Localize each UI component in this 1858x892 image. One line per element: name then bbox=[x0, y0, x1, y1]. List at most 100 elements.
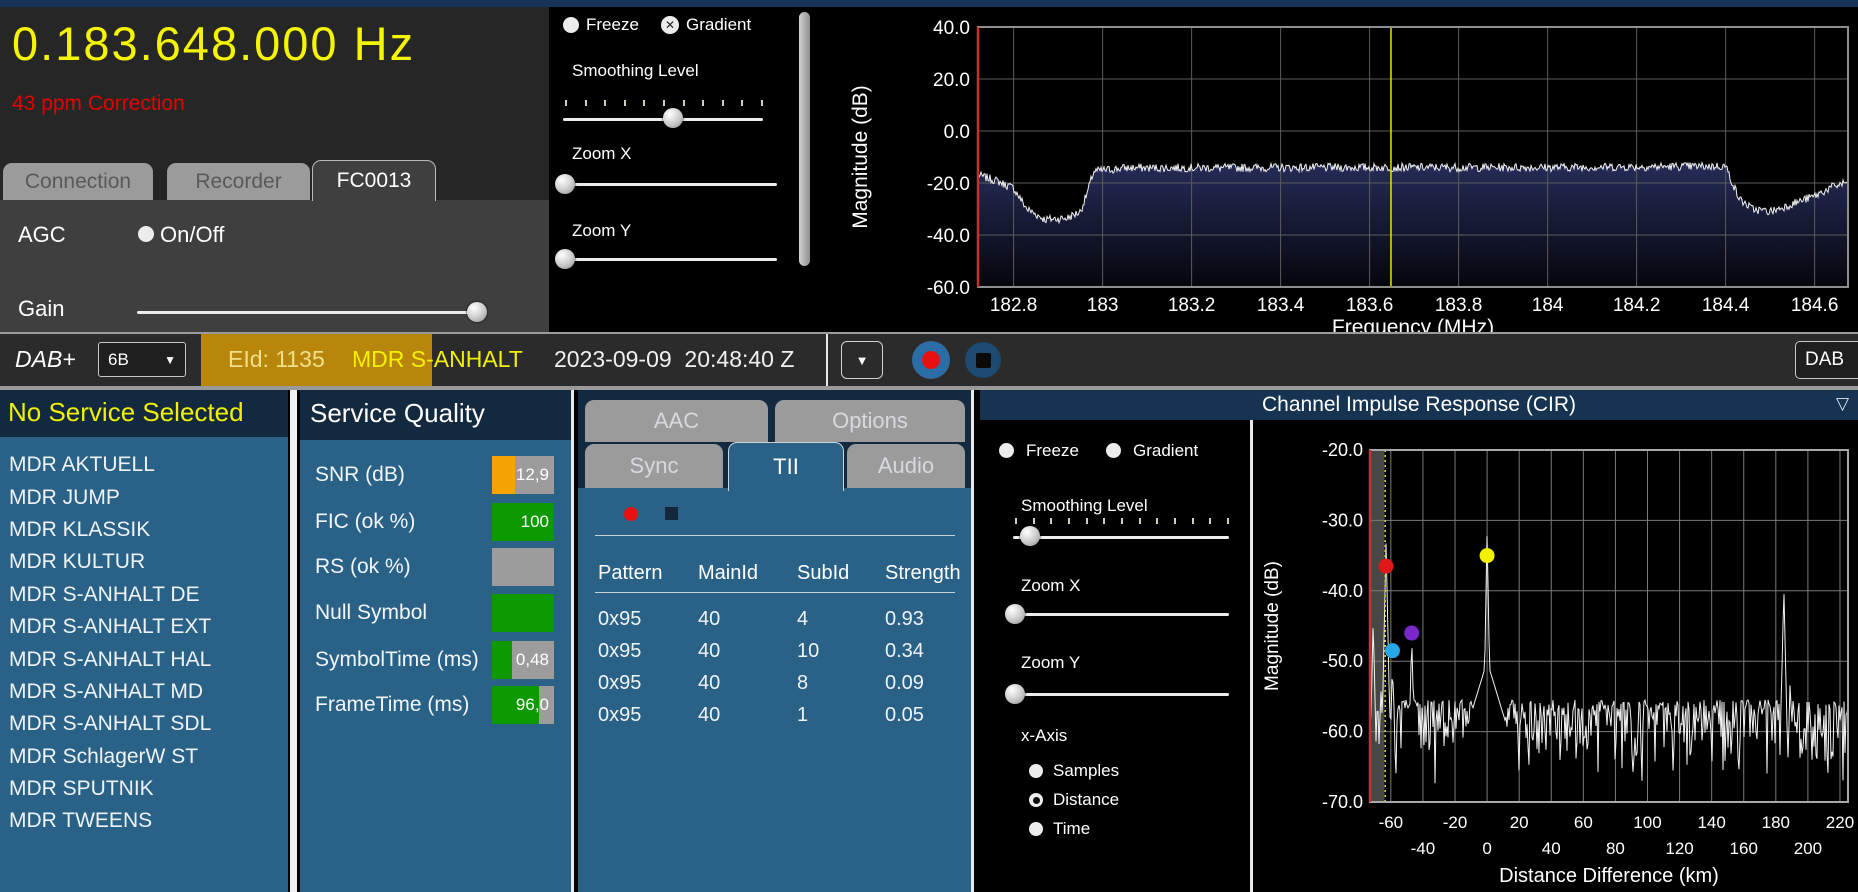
svg-text:120: 120 bbox=[1665, 839, 1693, 858]
quality-metric-value: 12,9 bbox=[515, 465, 549, 484]
slider-thumb[interactable] bbox=[555, 174, 576, 194]
scan-dropdown-button[interactable]: ▼ bbox=[841, 341, 883, 379]
svg-text:182.8: 182.8 bbox=[990, 295, 1038, 316]
service-list-item[interactable]: MDR KULTUR bbox=[0, 546, 288, 578]
service-list-item[interactable]: MDR S-ANHALT HAL bbox=[0, 643, 288, 675]
service-list: MDR AKTUELL MDR JUMP MDR KLASSIK MDR KULTUR… bbox=[0, 449, 288, 892]
cir-zoom-x-slider[interactable] bbox=[1005, 604, 1229, 624]
cir-x-axis-label: x-Axis bbox=[1021, 726, 1068, 745]
gain-slider-track[interactable] bbox=[137, 311, 487, 314]
tii-table-cell: 0x95 bbox=[598, 672, 642, 694]
slider-track[interactable] bbox=[1013, 536, 1229, 539]
collapse-triangle-icon[interactable]: ▽ bbox=[1836, 394, 1849, 414]
agc-toggle[interactable] bbox=[138, 226, 154, 242]
channel-combo[interactable]: 6B ▼ bbox=[98, 342, 186, 377]
cir-title: Channel Impulse Response (CIR) bbox=[1262, 393, 1576, 416]
slider-thumb[interactable] bbox=[555, 249, 576, 269]
stop-button[interactable] bbox=[965, 342, 1001, 378]
service-list-item[interactable]: MDR SPUTNIK bbox=[0, 773, 288, 805]
spectrum-vertical-slider[interactable] bbox=[799, 12, 810, 266]
svg-text:200: 200 bbox=[1794, 839, 1822, 858]
svg-text:220: 220 bbox=[1826, 813, 1854, 832]
tii-table-cell: 40 bbox=[698, 672, 721, 694]
svg-text:183.8: 183.8 bbox=[1435, 295, 1483, 316]
gain-slider[interactable] bbox=[137, 302, 487, 322]
gain-slider-thumb[interactable] bbox=[466, 302, 487, 322]
x-axis-radio-samples[interactable] bbox=[1029, 764, 1043, 778]
utc-datetime-label: 2023-09-09 20:48:40 Z bbox=[554, 346, 795, 372]
slider-track[interactable] bbox=[563, 258, 777, 261]
service-list-item[interactable]: MDR S-ANHALT DE bbox=[0, 579, 288, 611]
status-separator bbox=[826, 334, 828, 386]
cir-freeze-toggle[interactable] bbox=[999, 443, 1014, 458]
tab-fc0013[interactable]: FC0013 bbox=[312, 160, 436, 201]
svg-text:-60: -60 bbox=[1379, 813, 1404, 832]
chevron-down-icon: ▼ bbox=[855, 352, 869, 368]
x-axis-radio-time[interactable] bbox=[1029, 822, 1043, 836]
window-top-strip bbox=[0, 0, 1858, 7]
splitter[interactable] bbox=[971, 390, 974, 892]
service-list-scrollbar[interactable] bbox=[290, 390, 297, 892]
svg-text:160: 160 bbox=[1730, 839, 1758, 858]
cir-header: Channel Impulse Response (CIR) ▽ bbox=[980, 390, 1858, 420]
slider-thumb[interactable] bbox=[1020, 526, 1041, 546]
splitter[interactable] bbox=[571, 390, 574, 892]
service-list-item[interactable]: MDR S-ANHALT MD bbox=[0, 676, 288, 708]
svg-text:180: 180 bbox=[1762, 813, 1790, 832]
quality-metric-bar: 12,9 bbox=[492, 456, 554, 494]
service-list-item[interactable]: MDR AKTUELL bbox=[0, 449, 288, 481]
spectrum-zoom-x-slider[interactable] bbox=[555, 174, 777, 194]
cir-gradient-toggle[interactable] bbox=[1106, 443, 1121, 458]
svg-text:-60.0: -60.0 bbox=[927, 278, 970, 299]
quality-metric-fill bbox=[492, 594, 554, 632]
svg-text:184.2: 184.2 bbox=[1613, 295, 1661, 316]
service-list-item[interactable]: MDR S-ANHALT SDL bbox=[0, 708, 288, 740]
slider-track[interactable] bbox=[1013, 613, 1229, 616]
no-service-selected-label: No Service Selected bbox=[8, 397, 244, 427]
service-quality-rows: SNR (dB) 12,9 FIC (ok %) 100 RS (ok %) Null S… bbox=[300, 390, 572, 892]
tab-tii[interactable]: TII bbox=[728, 442, 844, 491]
slider-thumb[interactable] bbox=[1005, 684, 1026, 704]
cir-zoom-y-slider[interactable] bbox=[1005, 684, 1229, 704]
tii-column-header: Strength bbox=[885, 562, 961, 584]
splitter[interactable] bbox=[1250, 420, 1253, 892]
service-list-item[interactable]: MDR S-ANHALT EXT bbox=[0, 611, 288, 643]
slider-thumb[interactable] bbox=[663, 108, 683, 128]
spectrum-freeze-toggle[interactable] bbox=[563, 17, 579, 33]
svg-text:184: 184 bbox=[1532, 295, 1564, 316]
svg-text:40: 40 bbox=[1542, 839, 1561, 858]
tii-table-cell: 0.05 bbox=[885, 704, 924, 726]
x-axis-radio-distance[interactable] bbox=[1029, 793, 1043, 807]
service-list-item[interactable]: MDR TWEENS bbox=[0, 805, 288, 837]
spectrum-zoom-y-slider[interactable] bbox=[555, 249, 777, 269]
svg-text:-40.0: -40.0 bbox=[927, 226, 970, 247]
svg-text:-30.0: -30.0 bbox=[1322, 510, 1363, 530]
ensemble-name-label: MDR S-ANHALT bbox=[352, 346, 523, 372]
tab-recorder[interactable]: Recorder bbox=[167, 163, 310, 200]
quality-metric-fill bbox=[492, 456, 515, 494]
tii-table-cell: 10 bbox=[797, 640, 820, 662]
svg-text:-20.0: -20.0 bbox=[927, 174, 970, 195]
spectrum-gradient-toggle[interactable]: ✕ bbox=[661, 16, 679, 34]
slider-track[interactable] bbox=[563, 183, 777, 186]
cir-chart[interactable]: -20.0 -30.0 -40.0 -50.0 -60.0 -70.0 -60 -40 -20 0… bbox=[1256, 420, 1858, 892]
slider-track[interactable] bbox=[1013, 693, 1229, 696]
quality-metric-value: 96,0 bbox=[515, 695, 549, 714]
service-list-item[interactable]: MDR SchlagerW ST bbox=[0, 741, 288, 773]
tii-table-cell: 40 bbox=[698, 704, 721, 726]
record-button[interactable] bbox=[912, 341, 950, 379]
spectrum-smoothing-slider[interactable] bbox=[563, 100, 763, 130]
output-combo[interactable]: DAB ▼ bbox=[1795, 341, 1858, 379]
service-list-item[interactable]: MDR JUMP bbox=[0, 481, 288, 513]
svg-text:20.0: 20.0 bbox=[933, 70, 970, 91]
tab-connection[interactable]: Connection bbox=[3, 163, 153, 200]
spectrum-gradient-label: Gradient bbox=[686, 15, 752, 34]
cir-smoothing-slider[interactable] bbox=[1013, 518, 1229, 548]
spectrum-freeze-label: Freeze bbox=[586, 15, 639, 34]
frequency-display: 0.183.648.000 Hz bbox=[12, 17, 416, 70]
service-list-item[interactable]: MDR KLASSIK bbox=[0, 514, 288, 546]
svg-text:0.0: 0.0 bbox=[944, 122, 970, 143]
spectrum-chart[interactable]: 40.0 20.0 0.0 -20.0 -40.0 -60.0 182.8 183 183.2 1… bbox=[815, 7, 1858, 332]
slider-thumb[interactable] bbox=[1005, 604, 1026, 624]
quality-metric-label: SNR (dB) bbox=[315, 463, 405, 486]
